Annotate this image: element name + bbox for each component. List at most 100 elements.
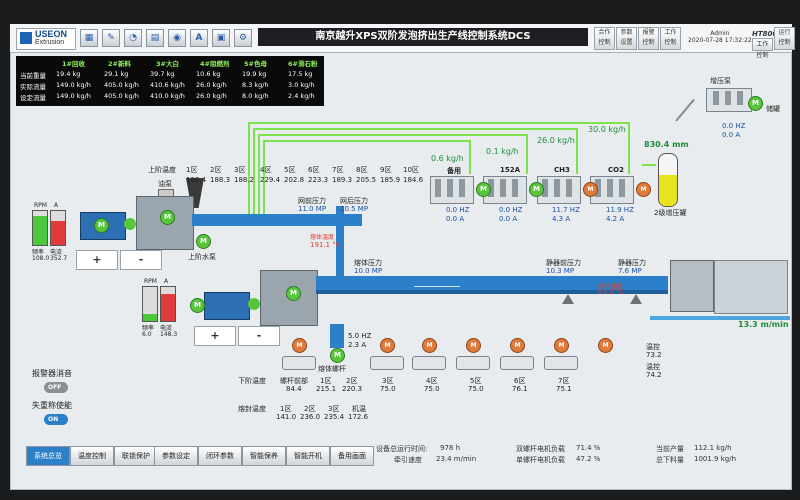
feed-row-label: 当前重量 [20, 72, 46, 80]
lower-motor[interactable] [204, 292, 250, 320]
screw-pump[interactable] [330, 324, 344, 348]
rpm-bar [142, 286, 158, 322]
upper-temp: 188.2 [234, 176, 255, 184]
line-speed: 13.3 m/min [738, 320, 789, 329]
gas-unit-name: CH3 [554, 166, 570, 174]
tool-icon[interactable]: ▦ [80, 29, 98, 47]
pump-status-icon: M [510, 338, 525, 353]
cooling-pump[interactable] [282, 356, 316, 370]
post-static: 7.6 MP [618, 267, 642, 275]
current-value: 148.3 [160, 331, 178, 338]
feed-col-header: 3#大白 [156, 60, 179, 68]
cooling-pump[interactable] [370, 356, 404, 370]
feed-row-label: 实际流量 [20, 83, 46, 91]
header-button[interactable]: 合作 控制 [594, 27, 615, 50]
feed-col-header: 2#新料 [108, 60, 131, 68]
header-button[interactable]: 参数 设置 [616, 27, 637, 50]
barrel-stand [630, 294, 642, 304]
alarm-mute-toggle[interactable]: OFF [44, 382, 68, 393]
pressure-after: 10.5 MP [340, 205, 369, 213]
gas-unit-a: 0.0 A [499, 215, 518, 223]
tool-icon[interactable]: ◉ [168, 29, 186, 47]
upper-temp: 189.3 [332, 176, 353, 184]
pump-status-icon: M [466, 338, 481, 353]
pump-status-icon: M [380, 338, 395, 353]
runtime-label: 设备总运行时间: [376, 445, 428, 453]
single-load-value: 47.2 % [576, 455, 601, 463]
haul-off[interactable] [714, 260, 788, 314]
feed-cell: 2.4 kg/h [288, 92, 315, 100]
nav-temp-control[interactable]: 温度控制 [70, 446, 114, 466]
booster-hz: 0.0 HZ [722, 122, 746, 130]
pump-status-icon: M [554, 338, 569, 353]
pressure-tank[interactable] [658, 153, 678, 207]
feed-cell: 149.0 kg/h [56, 81, 91, 89]
upper-plus-button[interactable]: + [76, 250, 118, 270]
gas-line [526, 134, 528, 174]
tool-icon[interactable]: ✎ [102, 29, 120, 47]
feed-cell: 29.1 kg [104, 70, 129, 78]
lower-plus-button[interactable]: + [194, 326, 236, 346]
lower-temp: 75.0 [424, 385, 440, 393]
nav-maintenance[interactable]: 智能保养 [242, 446, 286, 466]
motor-status-icon: M [286, 286, 301, 301]
feed-cell: 39.7 kg [150, 70, 175, 78]
gas-line [263, 140, 471, 142]
feed-cell: 19.4 kg [56, 70, 81, 78]
total-value: 1001.9 kg/h [694, 455, 737, 463]
tool-icon[interactable]: ▣ [212, 29, 230, 47]
upper-temp: 202.8 [284, 176, 305, 184]
nav-overview[interactable]: 系统总览 [26, 446, 70, 466]
header-button[interactable]: 工作 控制 [660, 27, 681, 50]
dual-load-value: 71.4 % [576, 444, 601, 452]
tool-icon[interactable]: ▤ [146, 29, 164, 47]
cooling-pump[interactable] [500, 356, 534, 370]
cooling-pump[interactable] [544, 356, 578, 370]
lower-temp: 215.1 [316, 385, 337, 393]
upper-zone: 5区 [284, 166, 296, 174]
loss-weight-toggle[interactable]: ON [44, 414, 68, 425]
lower-temp: 75.0 [380, 385, 396, 393]
gas-unit-hz: 0.0 HZ [446, 206, 470, 214]
gas-line [258, 134, 528, 136]
gas-pump-spare[interactable] [430, 176, 474, 204]
upper-zone: 6区 [308, 166, 320, 174]
nav-closed-loop[interactable]: 闭环参数 [198, 446, 242, 466]
motor-status-icon: M [94, 218, 109, 233]
logo-subtext: Extrusion [35, 39, 65, 46]
seal-temp: 141.0 [276, 413, 297, 421]
upper-minus-button[interactable]: - [120, 250, 162, 270]
amp-label: A [164, 278, 169, 285]
gas-line [576, 128, 578, 174]
feed-cell: 405.0 kg/h [104, 92, 139, 100]
cooling-pump[interactable] [412, 356, 446, 370]
page-title: 南京越升XPS双阶发泡挤出生产线控制系统DCS [258, 28, 588, 46]
motor-status-icon: M [330, 348, 345, 363]
lower-minus-button[interactable]: - [238, 326, 280, 346]
amp-bar [160, 286, 176, 322]
nav-spare[interactable]: 备用画面 [330, 446, 374, 466]
tool-icon[interactable]: ⚙ [234, 29, 252, 47]
traction-value: 23.4 m/min [436, 455, 477, 463]
nav-start[interactable]: 智能开机 [286, 446, 330, 466]
header-button[interactable]: 工作 控制 [752, 38, 773, 59]
nav-params[interactable]: 参数设定 [154, 446, 198, 466]
feed-cell: 8.3 kg/h [242, 81, 269, 89]
motor-status-icon: M [190, 298, 205, 313]
water-pump-label: 上阶水泵 [188, 253, 216, 261]
coupling [248, 298, 260, 310]
header-button[interactable]: 报警 控制 [638, 27, 659, 50]
flow-spare: 0.6 kg/h [431, 154, 464, 163]
amp-bar [50, 210, 66, 246]
nav-interlock[interactable]: 联锁保护 [114, 446, 158, 466]
pump-status-icon: M [422, 338, 437, 353]
tool-icon[interactable]: ◔ [124, 29, 142, 47]
upper-temp: 188.3 [210, 176, 231, 184]
booster-pump[interactable] [706, 88, 752, 112]
tool-icon[interactable]: A [190, 29, 208, 47]
cooling-pump[interactable] [456, 356, 490, 370]
header-button[interactable]: 运行 控制 [774, 27, 795, 50]
amp-label: A [54, 202, 59, 209]
oil-pump-label: 油泵 [158, 180, 172, 188]
gas-unit-hz: 11.7 HZ [552, 206, 580, 214]
